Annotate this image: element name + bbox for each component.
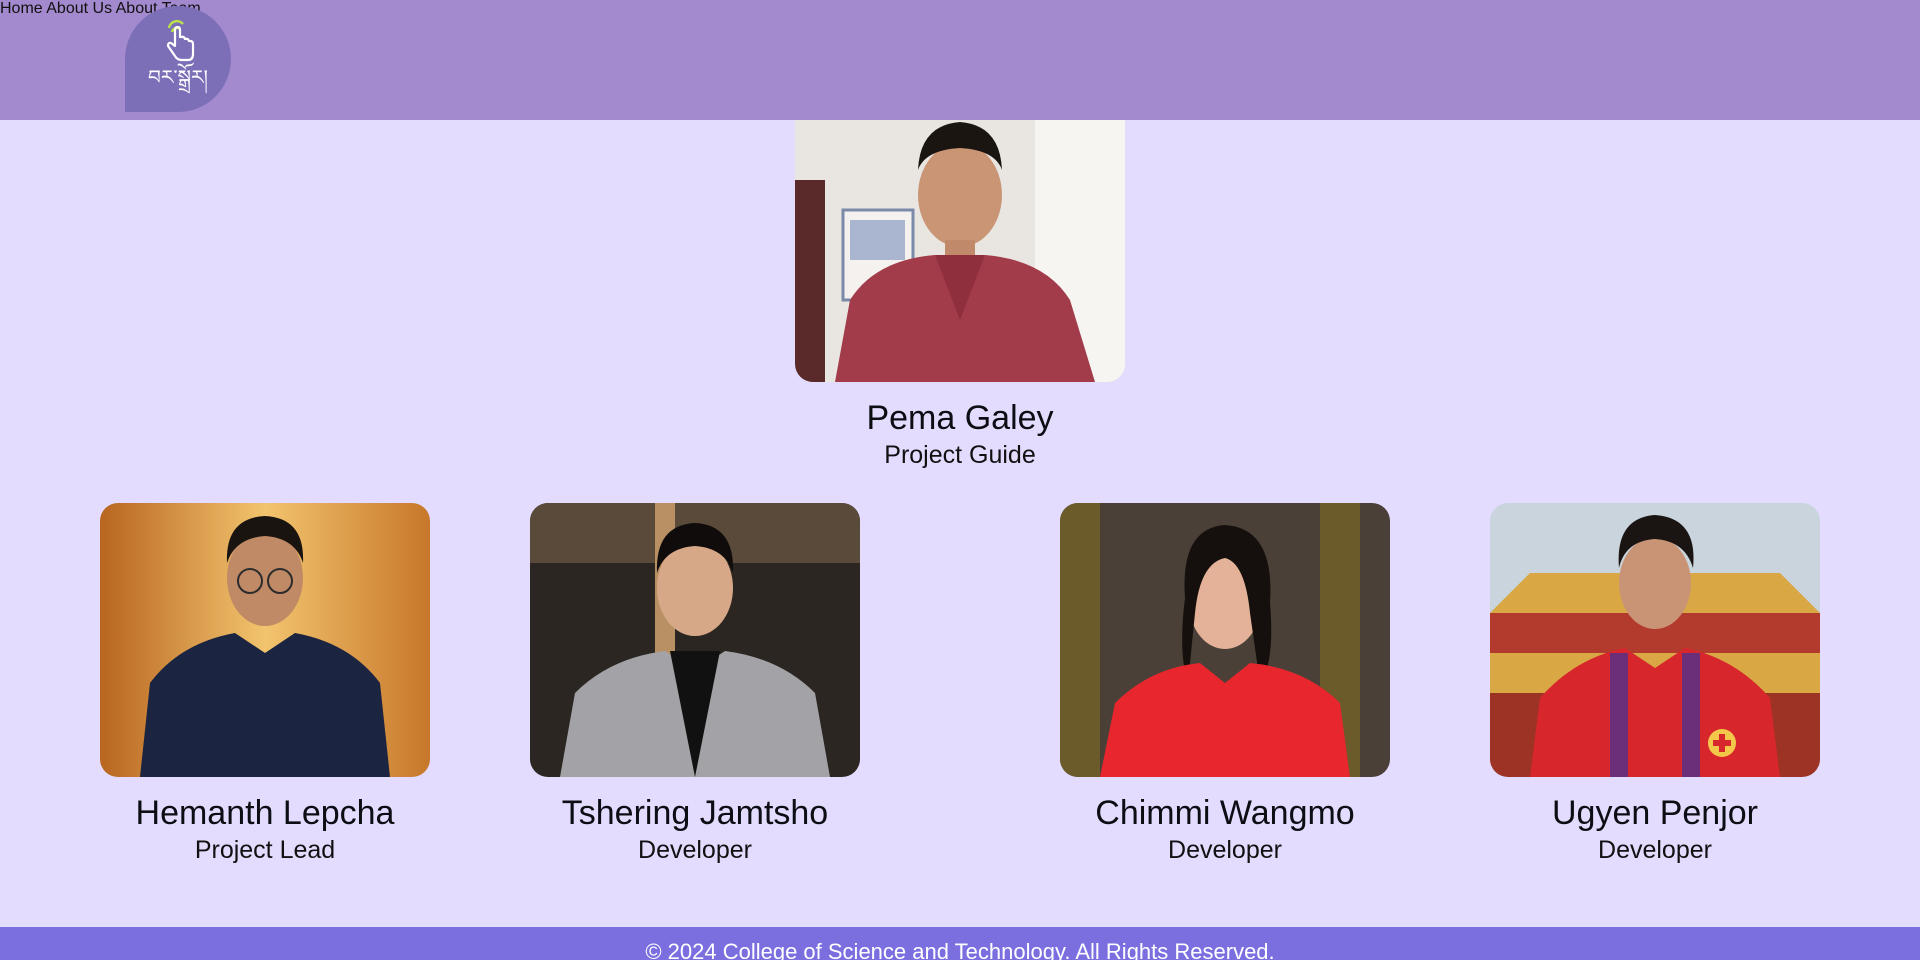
member-photo	[1060, 503, 1390, 777]
guide-photo	[795, 120, 1125, 382]
member-name: Hemanth Lepcha	[135, 794, 395, 832]
member-photo	[1490, 503, 1820, 777]
member-role: Developer	[1168, 836, 1282, 864]
nav-about-us[interactable]: About Us	[46, 0, 112, 17]
site-header: བར་སྒྲོར། Home About Us About Team	[0, 0, 1920, 120]
team-card: Ugyen Penjor Developer	[1490, 503, 1820, 865]
member-name: Tshering Jamtsho	[561, 794, 829, 832]
logo[interactable]: བར་སྒྲོར།	[125, 6, 231, 112]
member-role: Project Lead	[194, 836, 336, 864]
member-photo	[100, 503, 430, 777]
guide-name: Pema Galey	[866, 399, 1054, 437]
member-role: Developer	[1598, 836, 1712, 864]
logo-text: བར་སྒྲོར།	[148, 65, 208, 89]
member-photo	[530, 503, 860, 777]
guide-role: Project Guide	[884, 441, 1036, 469]
team-card: Chimmi Wangmo Developer	[1060, 503, 1390, 865]
member-role: Developer	[638, 836, 752, 864]
team-card: Hemanth Lepcha Project Lead	[100, 503, 430, 865]
team-card: Tshering Jamtsho Developer	[530, 503, 860, 865]
site-footer: © 2024 College of Science and Technology…	[0, 927, 1920, 960]
footer-copyright: © 2024 College of Science and Technology…	[645, 939, 1275, 960]
member-name: Chimmi Wangmo	[1095, 794, 1355, 832]
nav-home[interactable]: Home	[0, 0, 43, 17]
member-name: Ugyen Penjor	[1551, 794, 1758, 832]
team-card-guide: Pema Galey Project Guide	[795, 120, 1125, 470]
